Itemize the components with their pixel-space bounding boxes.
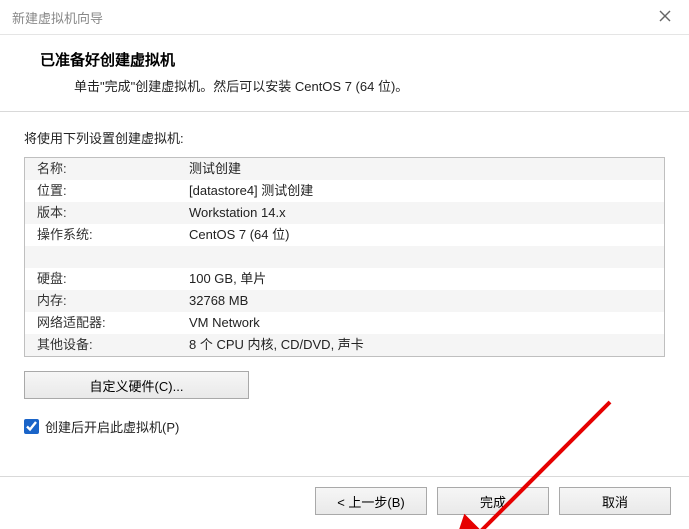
summary-key: 版本:: [25, 202, 189, 224]
power-on-checkbox[interactable]: [24, 419, 39, 434]
summary-row: 位置:[datastore4] 测试创建: [25, 180, 664, 202]
summary-row: 版本:Workstation 14.x: [25, 202, 664, 224]
summary-key: 操作系统:: [25, 224, 189, 246]
summary-key: 网络适配器:: [25, 312, 189, 334]
summary-row: 操作系统:CentOS 7 (64 位): [25, 224, 664, 246]
close-icon[interactable]: [655, 6, 675, 26]
summary-key: 其他设备:: [25, 334, 189, 356]
page-title: 已准备好创建虚拟机: [40, 49, 649, 70]
summary-row: 内存:32768 MB: [25, 290, 664, 312]
finish-button[interactable]: 完成: [437, 487, 549, 515]
wizard-header: 已准备好创建虚拟机 单击"完成"创建虚拟机。然后可以安装 CentOS 7 (6…: [0, 35, 689, 111]
titlebar: 新建虚拟机向导: [0, 0, 689, 35]
summary-value: Workstation 14.x: [189, 202, 664, 224]
summary-value: CentOS 7 (64 位): [189, 224, 664, 246]
wizard-footer: < 上一步(B) 完成 取消: [0, 476, 689, 529]
power-on-checkbox-row[interactable]: 创建后开启此虚拟机(P): [24, 417, 665, 436]
cancel-button[interactable]: 取消: [559, 487, 671, 515]
summary-value: 8 个 CPU 内核, CD/DVD, 声卡: [189, 334, 664, 356]
summary-value: 测试创建: [189, 158, 664, 180]
page-subtitle: 单击"完成"创建虚拟机。然后可以安装 CentOS 7 (64 位)。: [74, 76, 649, 95]
summary-value: 100 GB, 单片: [189, 268, 664, 290]
summary-value: 32768 MB: [189, 290, 664, 312]
summary-row: 名称:测试创建: [25, 158, 664, 180]
power-on-checkbox-label: 创建后开启此虚拟机(P): [45, 417, 179, 436]
wizard-window: 新建虚拟机向导 已准备好创建虚拟机 单击"完成"创建虚拟机。然后可以安装 Cen…: [0, 0, 689, 529]
window-title: 新建虚拟机向导: [12, 8, 103, 27]
summary-value: [datastore4] 测试创建: [189, 180, 664, 202]
summary-row: 其他设备:8 个 CPU 内核, CD/DVD, 声卡: [25, 334, 664, 356]
summary-key: 位置:: [25, 180, 189, 202]
summary-label: 将使用下列设置创建虚拟机:: [24, 128, 665, 147]
summary-key: 内存:: [25, 290, 189, 312]
summary-row: 网络适配器:VM Network: [25, 312, 664, 334]
summary-key: 名称:: [25, 158, 189, 180]
summary-box: 名称:测试创建位置:[datastore4] 测试创建版本:Workstatio…: [24, 157, 665, 357]
wizard-body: 将使用下列设置创建虚拟机: 名称:测试创建位置:[datastore4] 测试创…: [0, 112, 689, 476]
back-button[interactable]: < 上一步(B): [315, 487, 427, 515]
summary-row: [25, 246, 664, 268]
summary-value: VM Network: [189, 312, 664, 334]
summary-key: 硬盘:: [25, 268, 189, 290]
customize-hardware-button[interactable]: 自定义硬件(C)...: [24, 371, 249, 399]
summary-row: 硬盘:100 GB, 单片: [25, 268, 664, 290]
customize-row: 自定义硬件(C)...: [24, 371, 665, 399]
